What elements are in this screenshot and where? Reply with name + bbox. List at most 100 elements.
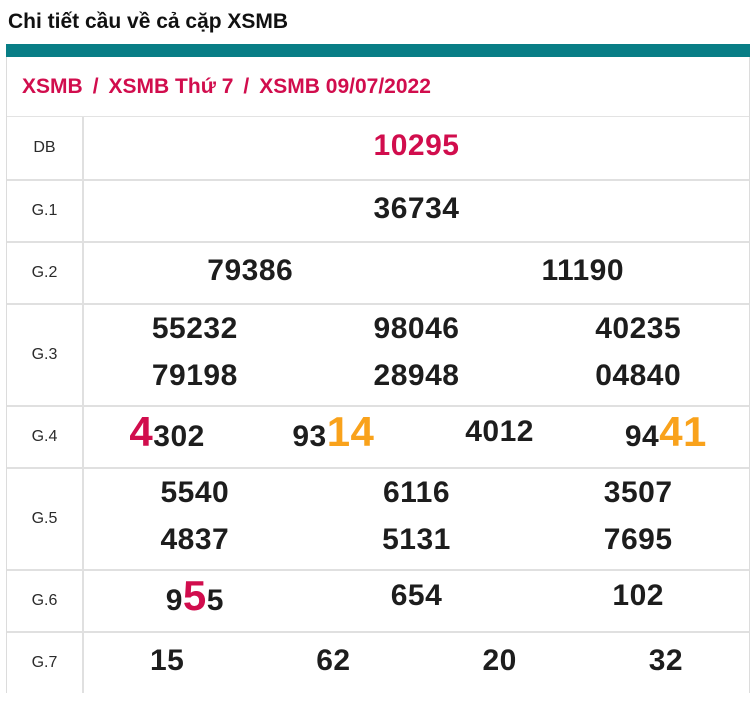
prize-line: 10295 [84,125,749,172]
prize-row-content: 79386 11190 [84,243,749,303]
prize-number: 04840 [527,355,749,402]
breadcrumb: XSMB / XSMB Thứ 7 / XSMB 09/07/2022 [7,57,749,117]
page-title: Chi tiết cầu về cả cặp XSMB [8,10,289,33]
prize-row: G.5 5540 6116 3507 4837 5131 7695 [7,467,749,569]
teal-accent-bar [6,44,750,57]
digit-segment: 15 [149,643,185,677]
digit-segment: 7695 [603,523,673,556]
prize-number: 15 [84,640,250,687]
prize-label: G.3 [7,305,84,405]
digit-segment: 62 [316,643,351,677]
prize-label: G.2 [7,243,84,303]
prize-number: 955 [84,575,306,627]
prize-number: 36734 [84,188,749,235]
digit-segment: 4012 [465,415,534,448]
prize-number: 32 [583,640,749,687]
prize-line: 4837 5131 7695 [84,519,749,566]
digit-segment: 302 [153,420,205,453]
prize-line: 15 62 20 32 [84,640,749,687]
prize-label: G.1 [7,181,84,241]
prize-number: 28948 [306,355,528,402]
digit-segment: 5131 [382,523,451,556]
digit-segment: 6116 [382,476,451,509]
digit-segment: 32 [648,643,684,677]
prize-label: G.5 [7,469,84,569]
prize-row-content: 10295 [84,117,749,179]
highlight-digit-red: 10295 [373,128,460,162]
digit-segment: 55232 [151,312,238,345]
prize-label: DB [7,117,84,179]
prize-number: 10295 [84,125,749,172]
result-panel: XSMB / XSMB Thứ 7 / XSMB 09/07/2022 DB 10… [6,44,750,693]
highlight-digit-orange: 41 [659,408,707,455]
prize-number: 79198 [84,355,306,402]
breadcrumb-link-xsmb-date[interactable]: XSMB 09/07/2022 [259,75,431,99]
digit-segment: 11190 [541,253,625,287]
prize-row: G.4 4302 9314 4012 9441 [7,405,749,467]
prize-row-content: 55232 98046 40235 79198 28948 04840 [84,305,749,405]
digit-segment: 28948 [373,359,460,392]
prize-row: G.6 955 654 102 [7,569,749,631]
prize-line: 955 654 102 [84,575,749,627]
highlight-digit-red: 5 [182,572,207,619]
prize-line: 4302 9314 4012 9441 [84,411,749,463]
prize-number: 5131 [306,519,528,566]
breadcrumb-link-xsmb[interactable]: XSMB [22,75,83,99]
prize-row: DB 10295 [7,117,749,179]
prize-row: G.7 15 62 20 32 [7,631,749,693]
digit-segment: 98046 [373,312,460,345]
prize-line: 55232 98046 40235 [84,308,749,355]
prize-number: 20 [417,640,583,687]
prize-row: G.2 79386 11190 [7,241,749,303]
digit-segment: 654 [390,579,443,612]
prize-label: G.4 [7,407,84,467]
highlight-digit-orange: 14 [326,408,375,455]
breadcrumb-separator: / [92,74,99,98]
digit-segment: 5540 [160,476,230,509]
digit-segment: 40235 [595,312,682,345]
prize-label: G.6 [7,571,84,631]
prize-table: DB 10295 G.1 36734 G.2 79386 11190 G.3 55232 9804… [7,117,749,693]
digit-segment: 79198 [151,359,238,392]
prize-row-content: 36734 [84,181,749,241]
prize-number: 62 [250,640,416,687]
digit-segment: 20 [482,643,517,677]
prize-number: 5540 [84,472,306,519]
prize-label: G.7 [7,633,84,693]
digit-segment: 3507 [603,476,673,509]
prize-row-content: 955 654 102 [84,571,749,631]
digit-segment: 04840 [595,359,682,392]
prize-number: 654 [306,575,528,627]
prize-row-content: 4302 9314 4012 9441 [84,407,749,467]
prize-number: 55232 [84,308,306,355]
prize-number: 98046 [306,308,528,355]
prize-number: 4302 [84,411,250,463]
digit-segment: 36734 [373,191,460,225]
prize-number: 11190 [417,250,750,297]
prize-line: 79198 28948 04840 [84,355,749,402]
prize-number: 79386 [84,250,417,297]
prize-row-content: 15 62 20 32 [84,633,749,693]
digit-segment: 94 [624,420,660,453]
prize-number: 9441 [583,411,749,463]
prize-row: G.3 55232 98046 40235 79198 28948 04840 [7,303,749,405]
prize-row: G.1 36734 [7,179,749,241]
digit-segment: 102 [612,579,664,612]
digit-segment: 93 [292,420,327,453]
digit-segment: 9 [165,584,183,617]
breadcrumb-link-xsmb-thu7[interactable]: XSMB Thứ 7 [109,75,234,99]
breadcrumb-separator: / [243,74,250,98]
prize-number: 9314 [250,411,416,463]
prize-line: 5540 6116 3507 [84,472,749,519]
prize-number: 6116 [306,472,528,519]
prize-line: 36734 [84,188,749,235]
highlight-digit-red: 4 [129,408,154,455]
prize-number: 4837 [84,519,306,566]
prize-number: 40235 [527,308,749,355]
prize-number: 102 [527,575,749,627]
digit-segment: 4837 [160,523,230,556]
digit-segment: 79386 [207,253,294,287]
prize-number: 3507 [527,472,749,519]
prize-number: 7695 [527,519,749,566]
prize-line: 79386 11190 [84,250,749,297]
